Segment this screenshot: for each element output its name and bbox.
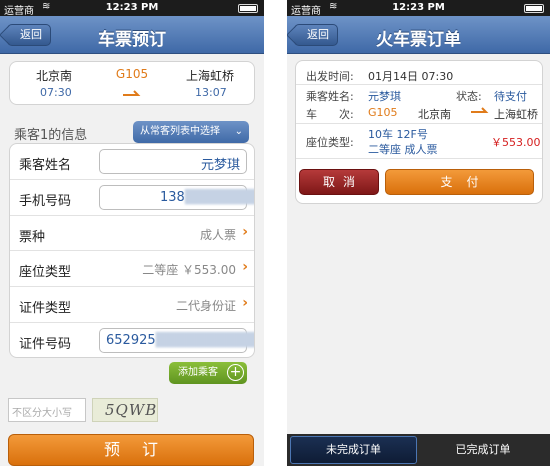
page-title: 车票预订 [98,30,166,50]
form-row-id-type[interactable]: 证件类型 二代身份证 › [10,287,254,323]
to-station: 上海虹桥 [494,108,538,121]
order-screen: 运营商 ≋ 12:23 PM 返回 火车票订单 出发时间: 01月14日 07:… [287,0,550,466]
arrow-right-icon [471,107,489,113]
cancel-order-button[interactable]: 取消 [299,169,379,195]
form-row-id-number: 证件号码 652925███████████ [10,323,254,357]
name-label: 乘客姓名 [19,158,72,173]
tab-pending-orders[interactable]: 未完成订单 [290,436,417,464]
submit-booking-button[interactable]: 预订 [8,434,254,466]
form-row-ticket-type[interactable]: 票种 成人票 › [10,216,254,252]
ticket-type-label: 票种 [19,229,46,245]
nav-bar: 返回 车票预订 [0,16,264,54]
add-passenger-button[interactable]: 添加乘客 + [169,362,247,384]
phone-label: 手机号码 [19,193,72,209]
battery-icon [238,4,258,13]
departure-label: 出发时间: [306,70,354,83]
id-number-label: 证件号码 [19,336,72,352]
form-row-name: 乘客姓名 元梦琪 [10,144,254,180]
to-time: 13:07 [195,86,227,99]
seat-type-value: 二等座 ￥553.00 [142,263,236,278]
seat-type-label: 座位类型 [19,265,72,281]
divider [296,84,542,85]
tab-completed-orders[interactable]: 已完成订单 [418,434,548,466]
id-number-input[interactable]: 652925███████████ [99,327,254,353]
arrow-right-icon [123,90,141,96]
seat-label: 座位类型: [306,136,354,149]
name-input[interactable]: 元梦琪 [99,149,247,174]
clock: 12:23 PM [392,2,445,13]
train-number: G105 [368,106,398,119]
chevron-right-icon: › [242,259,248,276]
chevron-down-icon: ⌄ [234,126,243,137]
status-badge: 待支付 [494,90,527,103]
passenger-section-label: 乘客1的信息 [14,128,88,143]
seat-class: 二等座 成人票 [368,143,438,156]
captcha-input[interactable]: 不区分大小写 [8,398,86,422]
status-bar: 运营商 ≋ 12:23 PM [0,0,264,17]
captcha-image[interactable]: 5QWB [92,398,158,422]
pay-button[interactable]: 支付 [385,169,534,195]
redacted-text: ████████ [184,189,255,205]
form-row-phone: 手机号码 138████████ [10,180,254,216]
status-bar: 运营商 ≋ 12:23 PM [287,0,550,17]
booking-screen: 运营商 ≋ 12:23 PM 返回 车票预订 北京南 07:30 G105 上海… [0,0,264,466]
seat-number: 10车 12F号 [368,128,428,141]
status-label: 状态: [456,90,482,103]
ticket-type-value: 成人票 [199,227,236,242]
chevron-right-icon: › [242,295,248,312]
phone-input[interactable]: 138████████ [99,184,254,210]
nav-bar: 返回 火车票订单 [287,16,550,54]
passenger-form: 乘客姓名 元梦琪 手机号码 138████████ 票种 成人票 › 座位类型 … [9,143,255,358]
battery-icon [524,4,544,13]
from-station: 北京南 [418,108,451,121]
redacted-text: ███████████ [155,332,255,348]
divider [296,158,542,159]
id-type-value: 二代身份证 [175,299,236,314]
id-type-label: 证件类型 [19,301,72,317]
passenger-value: 元梦琪 [368,90,401,103]
form-row-seat-type[interactable]: 座位类型 二等座 ￥553.00 › [10,251,254,288]
to-station: 上海虹桥 [186,69,235,83]
page-title: 火车票订单 [376,30,461,50]
chevron-right-icon: › [242,223,248,240]
train-label: 车 次: [306,108,354,121]
plus-icon: + [227,364,244,381]
from-time: 07:30 [40,86,72,99]
order-price: ￥553.00 [491,136,541,149]
tab-bar: 未完成订单 已完成订单 [287,434,550,466]
passenger-label: 乘客姓名: [306,90,354,103]
clock: 12:23 PM [105,2,159,13]
select-from-list-button[interactable]: 从常客列表中选择 ⌄ [133,121,249,143]
trip-summary-card: 北京南 07:30 G105 上海虹桥 13:07 [9,61,255,105]
divider [296,123,542,124]
departure-value: 01月14日 07:30 [368,70,454,83]
